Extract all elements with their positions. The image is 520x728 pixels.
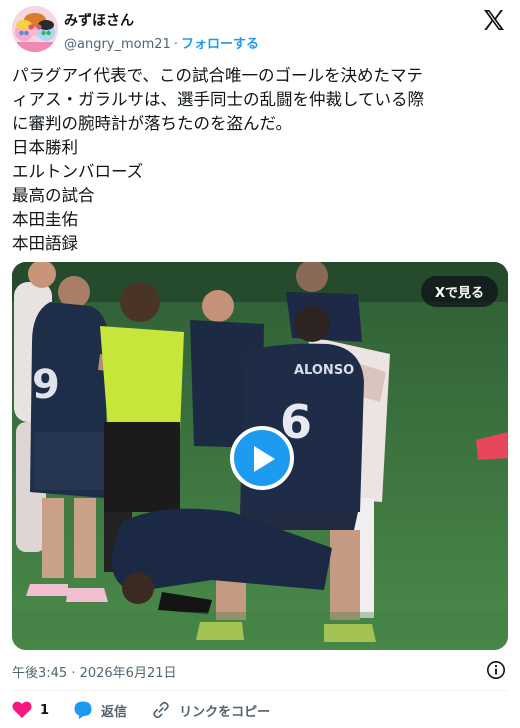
info-icon[interactable] [486,660,506,680]
reply-button[interactable]: 返信 [73,700,127,720]
avatar[interactable] [12,6,58,52]
copy-link-button[interactable]: リンクをコピー [151,700,270,720]
tweet-card: みずほさん @angry_mom21 · フォローする パラグアイ代表で、この試合唯… [0,0,520,728]
action-bar: 1 返信 リンクをコピー [12,698,294,722]
x-logo-icon[interactable] [482,8,506,32]
play-button[interactable] [230,426,294,490]
see-on-x-button[interactable]: Xで見る [420,276,498,307]
reply-label: 返信 [101,704,128,720]
tweet-text: パラグアイ代表で、この試合唯一のゴールを決めたマテ ィアス・ガラルサは、選手同士… [12,64,508,256]
powerpuff-girls-avatar-icon [12,6,58,52]
tweet-line: パラグアイ代表で、この試合唯一のゴールを決めたマテ [12,66,424,85]
tweet-line: 日本勝利 [12,138,78,157]
video-player[interactable]: ALONSO 6 9 Xで見る [12,262,508,650]
tweet-line: 本田語録 [12,234,78,253]
display-name[interactable]: みずほさん [64,10,134,30]
player-number-left: 9 [32,362,60,408]
divider [12,690,508,691]
like-button[interactable]: 1 [12,701,49,719]
play-icon [254,446,275,472]
tweet-line: ィアス・ガラルサは、選手同士の乱闘を仲裁している際 [12,90,425,109]
tweet-line: 最高の試合 [12,186,95,205]
like-count: 1 [40,702,50,718]
tweet-line: エルトンバローズ [12,162,144,181]
link-icon [153,701,169,719]
separator-dot: · [173,37,178,52]
tweet-timestamp[interactable]: 午後3:45 · 2026年6月21日 [12,662,177,681]
follow-button[interactable]: フォローする [181,37,259,52]
tweet-line: に審判の腕時計が落ちたのを盗んだ。 [12,114,293,133]
handle-row: @angry_mom21 · フォローする [64,33,259,52]
heart-icon [12,701,32,718]
user-handle[interactable]: @angry_mom21 [64,37,171,52]
tweet-line: 本田圭佑 [12,210,78,229]
player-name-back: ALONSO [294,363,354,378]
reply-bubble-icon [74,701,92,719]
copy-link-label: リンクをコピー [179,704,271,720]
